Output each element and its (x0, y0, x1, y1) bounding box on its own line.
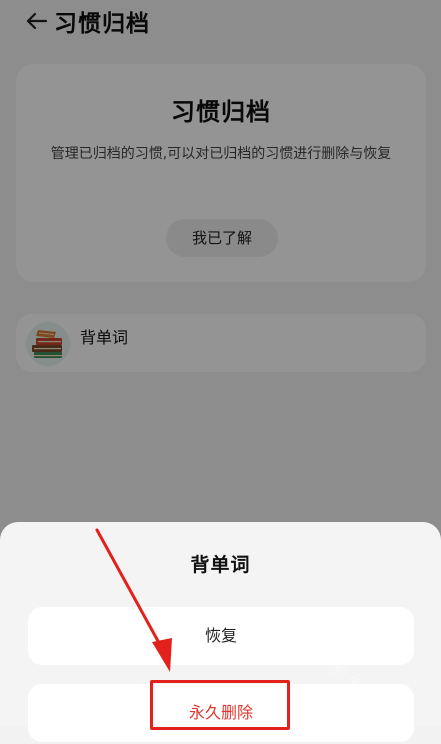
restore-button[interactable]: 恢复 (28, 607, 414, 665)
sheet-title: 背单词 (190, 554, 251, 576)
annotation-highlight-box (150, 680, 290, 730)
